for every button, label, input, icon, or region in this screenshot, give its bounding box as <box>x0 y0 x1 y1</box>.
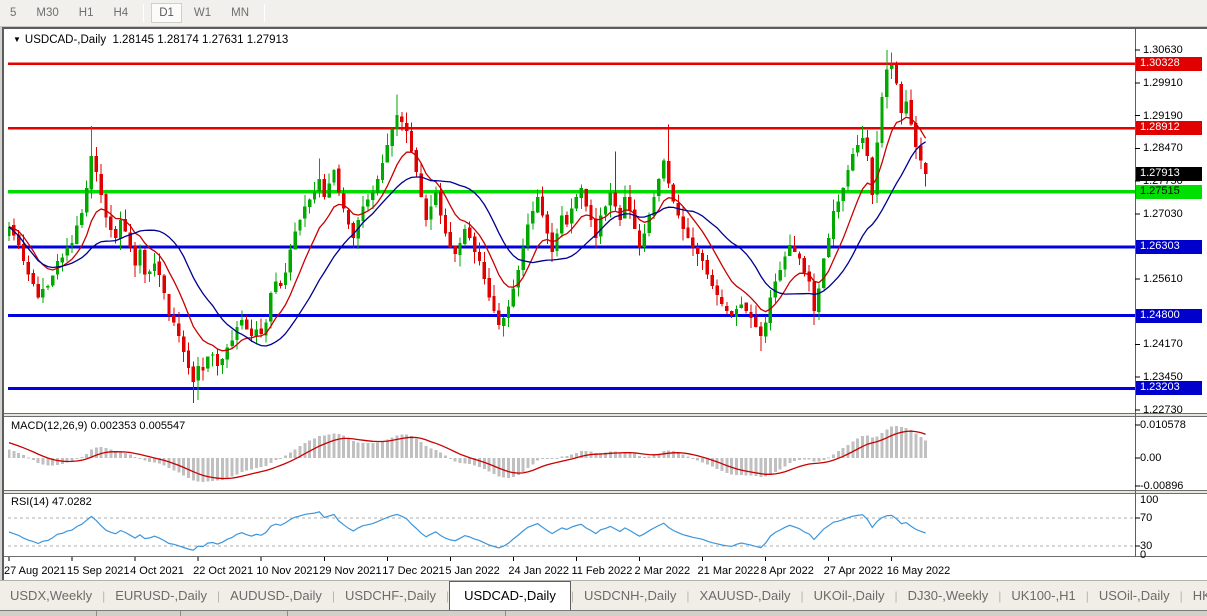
status-bar-divider <box>180 611 181 616</box>
tab-usdx-weekly[interactable]: USDX,Weekly <box>0 583 102 608</box>
price-axis-tick: 1.22730 <box>1143 403 1183 416</box>
status-bar <box>0 610 1207 616</box>
toolbar-timeframe-m30[interactable]: M30 <box>28 3 66 23</box>
date-axis-label: 11 Feb 2022 <box>571 565 633 577</box>
chart-symbol-label: USDCAD-,Daily <box>24 34 107 46</box>
tab-usoil-daily[interactable]: USOil-,Daily <box>1089 583 1180 608</box>
timeframe-toolbar: 5 M30 H1 H4 D1 W1 MN <box>0 0 1207 27</box>
macd-indicator-label: MACD(12,26,9) 0.002353 0.005547 <box>11 420 186 432</box>
macd-histogram <box>8 425 928 483</box>
date-axis-label: 21 Mar 2022 <box>697 565 760 577</box>
date-axis-label: 29 Nov 2021 <box>319 565 382 577</box>
price-badge-1.23203[interactable]: 1.23203 <box>1136 381 1202 396</box>
candlestick-wicks-bull <box>8 50 907 400</box>
price-axis-tick: 1.29910 <box>1143 76 1183 89</box>
date-axis-label: 16 May 2022 <box>886 565 951 577</box>
price-axis-tick: 1.28470 <box>1143 142 1183 155</box>
tab-hk50[interactable]: HK50-, <box>1183 583 1207 608</box>
toolbar-timeframe-d1[interactable]: D1 <box>151 3 182 23</box>
price-badge-1.26303[interactable]: 1.26303 <box>1136 240 1202 255</box>
tab-eurusd-daily[interactable]: EURUSD-,Daily <box>105 583 217 608</box>
chart-tab-bar: USDX,Weekly | EURUSD-,Daily | AUDUSD-,Daily |… <box>0 580 1207 610</box>
chart-ohlc-values: 1.28145 1.28174 1.27631 1.27913 <box>112 34 289 46</box>
macd-axis-tick: -0.00896 <box>1140 479 1184 492</box>
price-axis-tick: 1.29190 <box>1143 109 1183 122</box>
date-axis-label: 4 Oct 2021 <box>130 565 184 577</box>
tab-usdchf-daily[interactable]: USDCHF-,Daily <box>335 583 446 608</box>
tab-usdcad-daily[interactable]: USDCAD-,Daily <box>449 581 571 610</box>
price-axis-tick: 1.24170 <box>1143 338 1183 351</box>
rsi-axis-tick: 100 <box>1140 494 1159 506</box>
date-axis-label: 22 Oct 2021 <box>193 565 254 577</box>
status-bar-divider <box>287 611 288 616</box>
status-bar-divider <box>505 611 506 616</box>
date-axis-label: 5 Jan 2022 <box>445 565 500 577</box>
chart-title: ▼ USDCAD-,Daily 1.28145 1.28174 1.27631 1… <box>13 34 288 46</box>
rsi-axis-tick: 0 <box>1140 549 1147 561</box>
price-axis-tick: 1.30630 <box>1143 44 1183 56</box>
price-badge-1.27515[interactable]: 1.27515 <box>1136 184 1202 199</box>
rsi-indicator-label: RSI(14) 47.0282 <box>11 496 92 508</box>
macd-axis-tick: 0.010578 <box>1140 418 1186 431</box>
macd-axis-tick: 0.00 <box>1140 452 1162 464</box>
tab-usdcnh-daily[interactable]: USDCNH-,Daily <box>574 583 686 608</box>
price-badge-1.30328[interactable]: 1.30328 <box>1136 56 1202 71</box>
tab-audusd-daily[interactable]: AUDUSD-,Daily <box>220 583 332 608</box>
toolbar-timeframe-5[interactable]: 5 <box>2 3 24 23</box>
tab-dj30-weekly[interactable]: DJ30-,Weekly <box>898 583 999 608</box>
rsi-axis-tick: 70 <box>1140 512 1153 524</box>
price-axis-tick: 1.25610 <box>1143 272 1183 285</box>
tab-uk100-h1[interactable]: UK100-,H1 <box>1001 583 1085 608</box>
date-axis-label: 8 Apr 2022 <box>760 565 814 577</box>
toolbar-timeframe-h4[interactable]: H4 <box>105 3 136 23</box>
toolbar-timeframe-mn[interactable]: MN <box>223 3 257 23</box>
date-axis-label: 24 Jan 2022 <box>508 565 569 577</box>
date-axis-label: 27 Aug 2021 <box>4 565 66 577</box>
toolbar-timeframe-w1[interactable]: W1 <box>186 3 219 23</box>
date-axis-label: 27 Apr 2022 <box>823 565 883 577</box>
price-badge-1.27913[interactable]: 1.27913 <box>1136 166 1202 181</box>
price-badge-1.28912[interactable]: 1.28912 <box>1136 121 1202 136</box>
tab-xauusd-daily[interactable]: XAUUSD-,Daily <box>690 583 801 608</box>
date-axis-label: 15 Sep 2021 <box>67 565 130 577</box>
candlestick-bodies-bull <box>8 65 908 381</box>
chevron-down-icon[interactable]: ▼ <box>13 35 21 44</box>
toolbar-separator <box>143 4 145 22</box>
price-axis-tick: 1.27030 <box>1143 208 1183 221</box>
mt4-workspace: 5 M30 H1 H4 D1 W1 MN ▼ USDCAD-,Daily 1.28145 1.… <box>0 0 1207 616</box>
toolbar-separator <box>264 4 266 22</box>
price-badge-1.24800[interactable]: 1.24800 <box>1136 308 1202 323</box>
date-axis-label: 10 Nov 2021 <box>256 565 319 577</box>
date-axis-label: 17 Dec 2021 <box>382 565 445 577</box>
date-axis-label: 2 Mar 2022 <box>634 565 691 577</box>
toolbar-timeframe-h1[interactable]: H1 <box>71 3 102 23</box>
macd-signal-line <box>8 430 926 480</box>
status-bar-divider <box>96 611 97 616</box>
tab-ukoil-daily[interactable]: UKOil-,Daily <box>804 583 895 608</box>
